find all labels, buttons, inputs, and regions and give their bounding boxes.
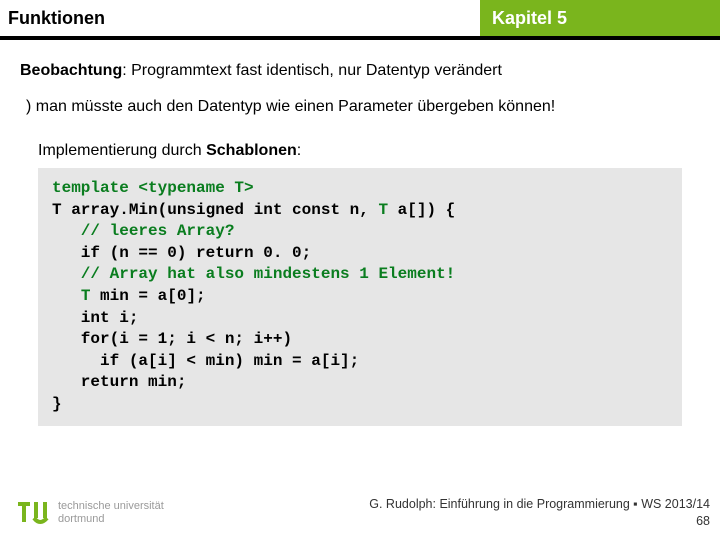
university-logo: technische universität dortmund	[16, 496, 164, 530]
header-topic: Funktionen	[8, 8, 105, 29]
code-l5: // Array hat also mindestens 1 Element!	[52, 265, 455, 283]
code-l11: }	[52, 395, 62, 413]
code-l6a	[52, 287, 81, 305]
code-l3: // leeres Array?	[52, 222, 234, 240]
header-left: Funktionen	[0, 0, 480, 36]
observation-label: Beobachtung	[20, 62, 122, 79]
observation-text: : Programmtext fast identisch, nur Daten…	[122, 62, 502, 79]
consequence-line: ) man müsste auch den Datentyp wie einen…	[20, 98, 700, 116]
code-l6b: T	[81, 287, 91, 305]
uni-line2: dortmund	[58, 513, 164, 526]
header-right: Kapitel 5	[480, 0, 720, 36]
credit-line: G. Rudolph: Einführung in die Programmie…	[369, 496, 710, 513]
code-block: template <typename T> T array.Min(unsign…	[38, 168, 682, 426]
tu-logo-icon	[16, 496, 50, 530]
code-l2a: T array.Min(unsigned int const n,	[52, 201, 378, 219]
slide-content: Beobachtung: Programmtext fast identisch…	[0, 40, 720, 426]
uni-line1: technische universität	[58, 500, 164, 513]
code-l6c: min = a[0];	[90, 287, 205, 305]
header-bar: Funktionen Kapitel 5	[0, 0, 720, 36]
code-l7: int i;	[52, 309, 138, 327]
university-name: technische universität dortmund	[58, 500, 164, 525]
impl-prefix: Implementierung durch	[38, 142, 206, 159]
impl-bold: Schablonen	[206, 142, 297, 159]
code-l2b: T	[378, 201, 388, 219]
footer: technische universität dortmund G. Rudol…	[0, 496, 720, 530]
code-l8: for(i = 1; i < n; i++)	[52, 330, 292, 348]
header-chapter: Kapitel 5	[492, 8, 567, 29]
impl-suffix: :	[297, 142, 301, 159]
page-number: 68	[369, 513, 710, 530]
implementation-label: Implementierung durch Schablonen:	[20, 142, 700, 160]
code-l2c: a[]) {	[388, 201, 455, 219]
code-l9: if (a[i] < min) min = a[i];	[52, 352, 359, 370]
code-l1: template <typename T>	[52, 179, 254, 197]
code-l10: return min;	[52, 373, 186, 391]
observation-line: Beobachtung: Programmtext fast identisch…	[20, 62, 700, 80]
footer-credit: G. Rudolph: Einführung in die Programmie…	[369, 496, 710, 530]
code-l4: if (n == 0) return 0. 0;	[52, 244, 311, 262]
